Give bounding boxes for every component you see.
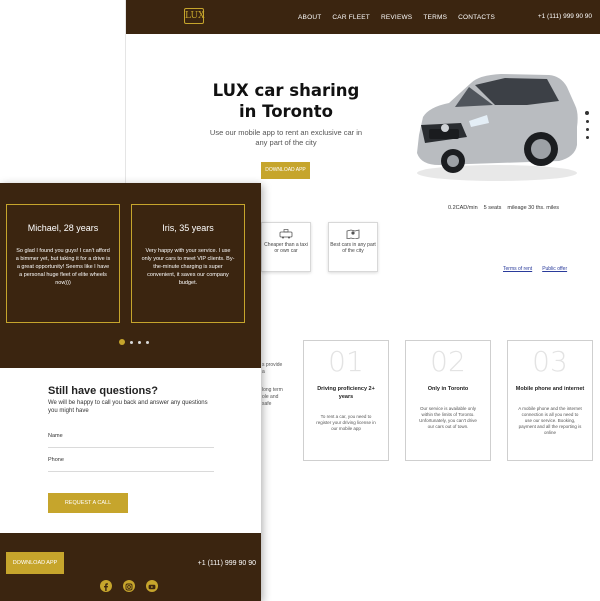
nav-car-fleet[interactable]: CAR FLEET bbox=[332, 14, 370, 21]
condition-card-3: 03 Mobile phone and internet A mobile ph… bbox=[507, 340, 593, 461]
car-specs: 0.2CAD/min 5 seats mileage 30 ths. miles bbox=[448, 205, 559, 211]
feature-text: Cheaper than a taxi or own car bbox=[264, 242, 308, 254]
request-call-button[interactable]: REQUEST A CALL bbox=[48, 493, 128, 513]
slider-dot[interactable] bbox=[146, 340, 149, 344]
review-text: So glad I found you guys! I can't afford… bbox=[15, 248, 111, 286]
hero-slider-dots bbox=[585, 111, 589, 139]
condition-card-1: 01 Driving proficiency 2+ years To rent … bbox=[303, 340, 389, 461]
about-text-line: ole and safe bbox=[262, 394, 279, 407]
social-links bbox=[100, 580, 158, 592]
feature-card-best-cars: Best cars in any part of the city bbox=[328, 222, 378, 272]
review-text: Very happy with your service. I use only… bbox=[141, 248, 235, 286]
hero-subtitle: Use our mobile app to rent an exclusive … bbox=[209, 128, 363, 147]
condition-card-2: 02 Only in Toronto Our service is availa… bbox=[405, 340, 491, 461]
header-phone[interactable]: +1 (111) 999 90 90 bbox=[538, 13, 592, 20]
terms-of-rent-link[interactable]: Terms of rent bbox=[503, 266, 532, 272]
slider-dot[interactable] bbox=[585, 128, 589, 131]
reviews-section: Michael, 28 years So glad I found you gu… bbox=[0, 183, 261, 368]
condition-title: Driving proficiency 2+ years bbox=[317, 386, 375, 400]
review-card: Iris, 35 years Very happy with your serv… bbox=[131, 204, 245, 323]
slider-dot[interactable] bbox=[585, 120, 589, 123]
facebook-icon[interactable] bbox=[100, 580, 112, 592]
name-field[interactable]: Name bbox=[48, 430, 214, 448]
condition-text: Our service is available only within the… bbox=[419, 406, 477, 429]
footer-phone[interactable]: +1 (111) 999 90 90 bbox=[198, 560, 256, 567]
spec-mileage: mileage 30 ths. miles bbox=[507, 205, 560, 211]
footer-download-button[interactable]: DOWNLOAD APP bbox=[6, 552, 64, 574]
header: LUX ABOUT CAR FLEET REVIEWS TERMS CONTAC… bbox=[126, 0, 600, 34]
hero-title: LUX car sharing in Toronto bbox=[212, 81, 360, 121]
condition-text: To rent a car, you need to register your… bbox=[316, 414, 376, 431]
condition-number: 02 bbox=[430, 345, 466, 378]
questions-title: Still have questions? bbox=[48, 385, 159, 397]
phone-field[interactable]: Phone bbox=[48, 454, 214, 472]
slider-dot[interactable] bbox=[585, 136, 589, 139]
main-nav: ABOUT CAR FLEET REVIEWS TERMS CONTACTS bbox=[298, 0, 495, 34]
mobile-page: Michael, 28 years So glad I found you gu… bbox=[0, 183, 261, 601]
map-icon bbox=[346, 229, 360, 239]
spec-seats: 5 seats bbox=[483, 205, 502, 211]
hero-download-button[interactable]: DOWNLOAD APP bbox=[261, 162, 310, 179]
feature-text: Best cars in any part of the city bbox=[330, 242, 376, 254]
slider-dot[interactable] bbox=[130, 340, 133, 344]
review-card: Michael, 28 years So glad I found you gu… bbox=[6, 204, 120, 323]
condition-title: Only in Toronto bbox=[427, 386, 469, 392]
slider-dot-active[interactable] bbox=[585, 111, 589, 115]
about-text-line: long term bbox=[262, 387, 283, 393]
nav-terms[interactable]: TERMS bbox=[423, 14, 447, 21]
nav-about[interactable]: ABOUT bbox=[298, 14, 321, 21]
logo[interactable]: LUX bbox=[184, 8, 204, 24]
about-text-line: s provide a bbox=[262, 362, 283, 375]
taxi-icon bbox=[279, 229, 293, 239]
nav-contacts[interactable]: CONTACTS bbox=[458, 14, 495, 21]
condition-number: 03 bbox=[532, 345, 568, 378]
name-field-label: Name bbox=[48, 433, 63, 439]
condition-number: 01 bbox=[328, 345, 364, 378]
review-author: Michael, 28 years bbox=[27, 223, 99, 233]
condition-title: Mobile phone and internet bbox=[515, 386, 585, 392]
nav-reviews[interactable]: REVIEWS bbox=[381, 14, 412, 21]
condition-text: A mobile phone and the internet connecti… bbox=[518, 406, 582, 435]
about-text-fragment: s provide a long term ole and safe bbox=[262, 362, 286, 408]
phone-field-label: Phone bbox=[48, 457, 64, 463]
questions-subtitle: We will be happy to call you back and an… bbox=[48, 400, 208, 414]
legal-links: Terms of rent Public offer bbox=[503, 266, 567, 272]
reviews-slider-dots bbox=[119, 339, 149, 345]
public-offer-link[interactable]: Public offer bbox=[542, 266, 567, 272]
mobile-footer: DOWNLOAD APP +1 (111) 999 90 90 bbox=[0, 533, 261, 601]
instagram-icon[interactable] bbox=[123, 580, 135, 592]
slider-dot[interactable] bbox=[138, 340, 141, 344]
youtube-icon[interactable] bbox=[146, 580, 158, 592]
car-image bbox=[417, 74, 578, 181]
review-author: Iris, 35 years bbox=[162, 223, 214, 233]
slider-dot-active[interactable] bbox=[119, 339, 125, 345]
spec-price: 0.2CAD/min bbox=[448, 205, 478, 211]
feature-card-cheaper: Cheaper than a taxi or own car bbox=[261, 222, 311, 272]
